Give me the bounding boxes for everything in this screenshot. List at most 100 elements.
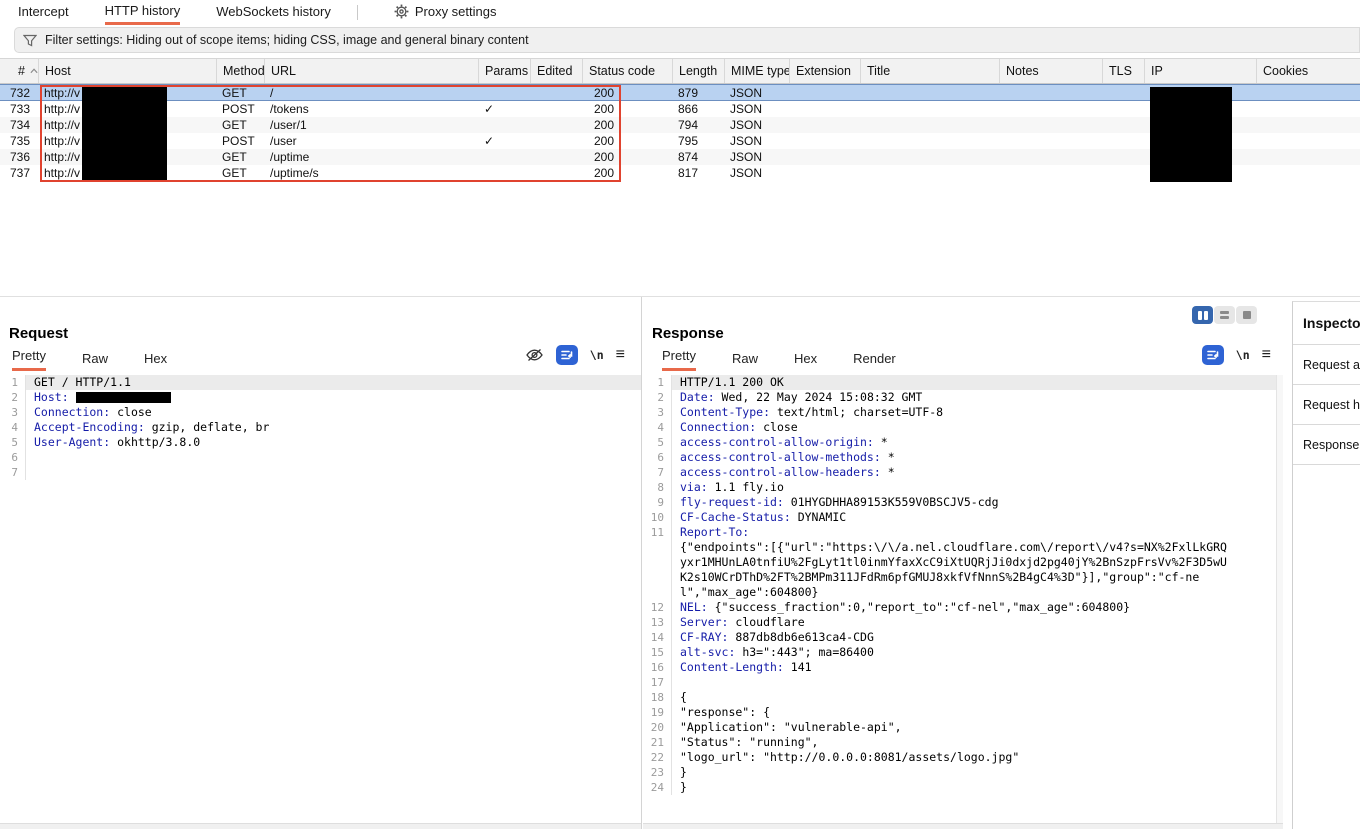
response-panel: Response Pretty Raw Hex Render \n ≡ 1HTTP/1…	[643, 297, 1283, 829]
response-line: 16Content-Length: 141	[643, 660, 1283, 675]
menu-icon[interactable]: ≡	[616, 347, 625, 363]
request-tab-hex[interactable]: Hex	[144, 351, 167, 371]
response-line-text: access-control-allow-origin: *	[672, 435, 1283, 450]
request-line-text: GET / HTTP/1.1	[26, 375, 641, 390]
code-text: gzip, deflate, br	[145, 420, 270, 434]
eye-slash-icon[interactable]	[525, 347, 544, 363]
inspector-panel: Inspector Request attRequest heResponse …	[1292, 301, 1360, 829]
layout-split-horizontal-button[interactable]	[1214, 306, 1235, 324]
response-line: 17	[643, 675, 1283, 690]
cell-status: 200	[582, 102, 672, 116]
response-tab-pretty[interactable]: Pretty	[662, 348, 696, 371]
filter-settings-bar[interactable]: Filter settings: Hiding out of scope ite…	[14, 27, 1360, 53]
tab-http-history[interactable]: HTTP history	[105, 0, 181, 25]
code-text: 887db8db6e613ca4-CDG	[728, 630, 873, 644]
line-number: 5	[0, 435, 26, 450]
inspector-section-request-he[interactable]: Request he	[1293, 385, 1360, 425]
layout-split-vertical-button[interactable]	[1192, 306, 1213, 324]
filter-settings-text: Filter settings: Hiding out of scope ite…	[45, 33, 529, 47]
request-line-text: Connection: close	[26, 405, 641, 420]
newline-icon[interactable]: \n	[590, 348, 604, 362]
response-tab-hex[interactable]: Hex	[794, 351, 817, 371]
line-number: 4	[0, 420, 26, 435]
inspector-section-request-att[interactable]: Request att	[1293, 345, 1360, 385]
column-header-host[interactable]: Host	[38, 59, 216, 83]
menu-icon[interactable]: ≡	[1262, 347, 1271, 363]
line-number: 9	[643, 495, 672, 510]
response-tab-raw[interactable]: Raw	[732, 351, 758, 371]
column-header-label: IP	[1151, 64, 1163, 78]
column-header-label: Length	[679, 64, 717, 78]
request-horizontal-scrollbar[interactable]	[0, 823, 641, 829]
response-editor[interactable]: 1HTTP/1.1 200 OK2Date: Wed, 22 May 2024 …	[643, 375, 1283, 823]
column-header-ip[interactable]: IP	[1144, 59, 1256, 83]
line-number: 3	[643, 405, 672, 420]
proxy-tab-bar: Intercept HTTP history WebSockets histor…	[0, 0, 1360, 25]
request-tab-pretty[interactable]: Pretty	[12, 348, 46, 371]
response-line: 18{	[643, 690, 1283, 705]
line-number: 7	[643, 465, 672, 480]
column-header-label: Params	[485, 64, 528, 78]
response-line-text: Content-Type: text/html; charset=UTF-8	[672, 405, 1283, 420]
prettify-icon[interactable]	[1202, 345, 1224, 365]
tab-intercept[interactable]: Intercept	[18, 0, 69, 25]
response-line-text: Content-Length: 141	[672, 660, 1283, 675]
response-line-text: fly-request-id: 01HYGDHHA89153K559V0BSCJ…	[672, 495, 1283, 510]
code-text: cloudflare	[728, 615, 804, 629]
code-text: *	[881, 450, 895, 464]
response-vertical-scrollbar[interactable]	[1276, 375, 1283, 823]
host-redaction-box	[82, 87, 167, 182]
response-line-text: HTTP/1.1 200 OK	[672, 375, 1283, 390]
column-header-length[interactable]: Length	[672, 59, 724, 83]
response-panel-title: Response	[652, 325, 724, 342]
header-name: access-control-allow-methods:	[680, 450, 881, 464]
code-text: close	[756, 420, 798, 434]
column-header-tls[interactable]: TLS	[1102, 59, 1144, 83]
response-horizontal-scrollbar[interactable]	[643, 823, 1283, 829]
column-header-status-code[interactable]: Status code	[582, 59, 672, 83]
response-line: 4Connection: close	[643, 420, 1283, 435]
tab-label: Intercept	[18, 4, 69, 19]
cell-method: GET	[216, 86, 264, 100]
cell-mime: JSON	[724, 86, 789, 100]
response-line: 20"Application": "vulnerable-api",	[643, 720, 1283, 735]
response-line-text: }	[672, 780, 1283, 795]
column-header-label: Title	[867, 64, 890, 78]
line-number: 22	[643, 750, 672, 765]
response-line: 19"response": {	[643, 705, 1283, 720]
line-number: 19	[643, 705, 672, 720]
code-text: close	[110, 405, 152, 419]
line-number: 7	[0, 465, 26, 480]
cell-url: /uptime	[264, 150, 478, 164]
line-number: 10	[643, 510, 672, 525]
newline-icon[interactable]: \n	[1236, 348, 1250, 362]
header-name: fly-request-id:	[680, 495, 784, 509]
tab-websockets-history[interactable]: WebSockets history	[216, 0, 331, 25]
column-header-cookies[interactable]: Cookies	[1256, 59, 1360, 83]
response-tab-render[interactable]: Render	[853, 351, 896, 371]
tab-label: WebSockets history	[216, 4, 331, 19]
request-editor[interactable]: 1GET / HTTP/1.12Host: 3Connection: close…	[0, 375, 641, 823]
header-name: alt-svc:	[680, 645, 735, 659]
column-header-[interactable]: #	[0, 59, 38, 83]
code-text: 141	[784, 660, 812, 674]
header-name: via:	[680, 480, 708, 494]
code-text: {	[680, 690, 687, 704]
column-header-url[interactable]: URL	[264, 59, 478, 83]
column-header-method[interactable]: Method	[216, 59, 264, 83]
column-header-notes[interactable]: Notes	[999, 59, 1102, 83]
inspector-section-response-h[interactable]: Response h	[1293, 425, 1360, 465]
response-line-text: NEL: {"success_fraction":0,"report_to":"…	[672, 600, 1283, 615]
column-header-title[interactable]: Title	[860, 59, 999, 83]
prettify-icon[interactable]	[556, 345, 578, 365]
layout-single-button[interactable]	[1236, 306, 1257, 324]
request-tab-raw[interactable]: Raw	[82, 351, 108, 371]
tab-proxy-settings[interactable]: Proxy settings	[394, 0, 497, 25]
column-header-params[interactable]: Params	[478, 59, 530, 83]
column-header-extension[interactable]: Extension	[789, 59, 860, 83]
header-name: Connection:	[34, 405, 110, 419]
header-name: access-control-allow-headers:	[680, 465, 881, 479]
column-header-edited[interactable]: Edited	[530, 59, 582, 83]
line-number: 21	[643, 735, 672, 750]
column-header-mime-type[interactable]: MIME type	[724, 59, 789, 83]
